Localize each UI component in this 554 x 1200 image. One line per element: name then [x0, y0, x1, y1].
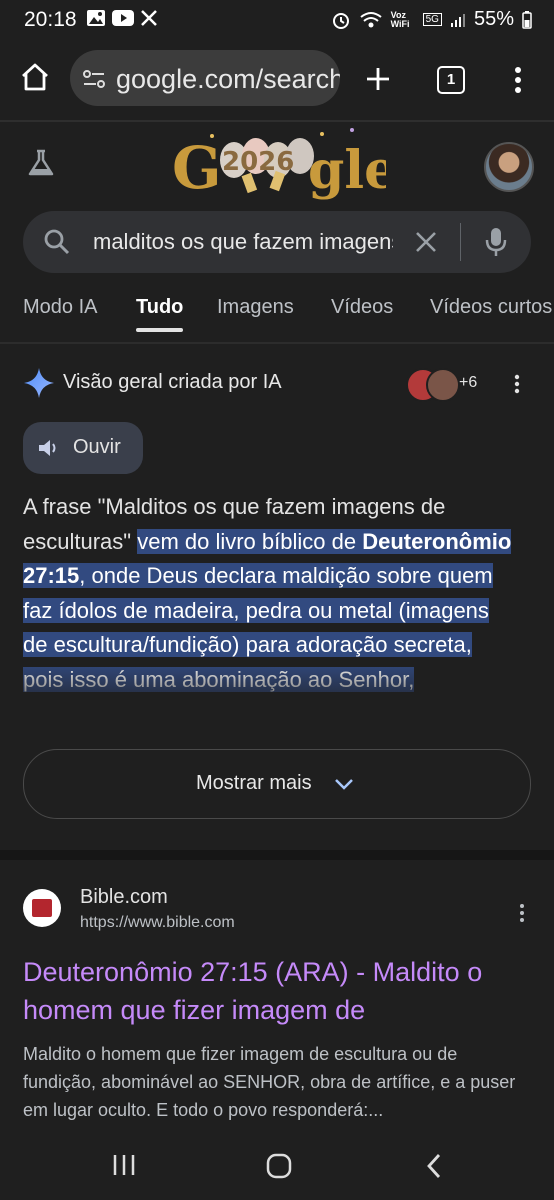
result-site-name[interactable]: Bible.com — [80, 886, 168, 909]
address-bar[interactable]: google.com/search — [70, 50, 340, 106]
browser-toolbar: google.com/search 1 — [0, 42, 554, 120]
system-icons: Voz WiFi 5G 55% — [331, 8, 532, 31]
profile-avatar[interactable] — [484, 142, 534, 192]
voz-wifi-label: Voz WiFi — [390, 9, 410, 29]
tab-imagens[interactable]: Imagens — [217, 296, 294, 319]
back-nav-icon[interactable] — [426, 1153, 442, 1179]
home-nav-icon[interactable] — [266, 1153, 292, 1179]
bible-favicon[interactable] — [23, 889, 61, 927]
wifi-icon — [360, 11, 382, 27]
result-snippet: Maldito o homem que fizer imagem de escu… — [23, 1044, 516, 1120]
show-more-label: Mostrar mais — [196, 772, 312, 794]
gemini-sparkle-icon — [24, 368, 54, 398]
speaker-icon — [39, 440, 56, 456]
network-type: 5G — [422, 13, 442, 26]
tab-videos[interactable]: Vídeos — [331, 296, 393, 319]
active-tab-indicator — [136, 328, 183, 332]
sources-more-count[interactable]: +6 — [459, 374, 477, 392]
system-navigation-bar — [0, 1132, 554, 1200]
ai-overview-title: Visão geral criada por IA — [63, 371, 282, 393]
signal-icon — [450, 13, 465, 27]
ai-text-highlight-1: vem do livro bíblico de — [137, 528, 363, 554]
svg-text:G: G — [172, 134, 222, 202]
url-text: google.com/search — [116, 64, 340, 94]
source-favicon-2[interactable] — [426, 368, 460, 402]
tab-tudo[interactable]: Tudo — [136, 296, 183, 319]
result-menu-icon[interactable] — [517, 903, 527, 923]
listen-button[interactable]: Ouvir — [23, 422, 143, 474]
section-divider — [0, 850, 554, 860]
tab-videos-curtos[interactable]: Vídeos curtos — [430, 296, 552, 319]
recent-apps-icon[interactable] — [112, 1154, 136, 1176]
search-bar[interactable]: malditos os que fazem imagens de escultu… — [23, 211, 531, 273]
svg-text:2026: 2026 — [222, 147, 294, 177]
youtube-icon — [112, 10, 134, 26]
new-tab-icon[interactable] — [364, 65, 392, 93]
text-fade-overlay — [0, 660, 554, 750]
x-icon — [141, 10, 157, 26]
home-icon[interactable] — [20, 62, 50, 92]
status-time: 20:18 — [24, 8, 77, 31]
tabs-divider — [0, 342, 554, 344]
notification-icons — [86, 9, 158, 27]
ai-overview-menu-icon[interactable] — [512, 374, 522, 394]
result-title-link[interactable]: Deuteronômio 27:15 (ARA) - Maldito o hom… — [23, 953, 533, 1029]
alarm-icon — [332, 12, 349, 29]
microphone-icon[interactable] — [484, 226, 508, 258]
search-icon — [44, 229, 70, 255]
search-divider — [460, 223, 461, 261]
google-doodle-logo[interactable]: G 2026 gle — [172, 122, 386, 206]
tab-switcher-button[interactable]: 1 — [437, 66, 465, 94]
more-menu-icon[interactable] — [512, 66, 524, 94]
gallery-icon — [87, 10, 105, 26]
svg-text:gle: gle — [308, 140, 386, 201]
listen-label: Ouvir — [73, 436, 121, 458]
battery-icon — [522, 10, 532, 29]
labs-flask-icon[interactable] — [26, 148, 56, 178]
chevron-down-icon — [335, 779, 353, 790]
tab-modo-ia[interactable]: Modo IA — [23, 296, 97, 319]
show-more-button[interactable]: Mostrar mais — [23, 749, 531, 819]
search-tabs: Modo IA Tudo Imagens Vídeos Vídeos curto… — [0, 290, 554, 340]
site-settings-icon[interactable] — [82, 68, 106, 90]
clear-search-icon[interactable] — [415, 231, 437, 253]
battery-percent: 55% — [473, 8, 514, 30]
search-input[interactable]: malditos os que fazem imagens de escultu… — [93, 229, 393, 255]
result-url[interactable]: https://www.bible.com — [80, 914, 235, 932]
status-bar: 20:18 Voz WiFi 5G 55% — [0, 0, 554, 42]
bible-book-icon — [32, 899, 52, 917]
